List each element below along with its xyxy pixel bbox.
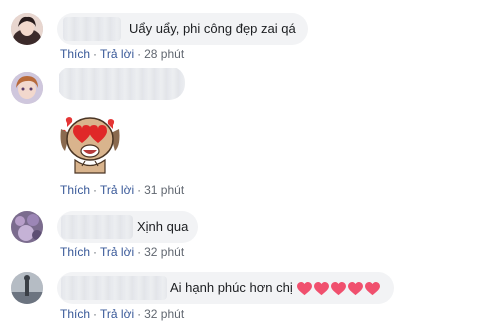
avatar[interactable] bbox=[11, 272, 43, 304]
comment-bubble bbox=[57, 66, 185, 100]
comment-bubble: Xịnh qua bbox=[57, 211, 198, 243]
separator: · bbox=[93, 245, 98, 259]
heart-icon bbox=[364, 282, 380, 296]
comment-actions: Thích · Trả lời · 32 phút bbox=[60, 307, 184, 321]
separator: · bbox=[137, 183, 142, 197]
comment-actions: Thích · Trả lời · 32 phút bbox=[60, 245, 184, 259]
like-link[interactable]: Thích bbox=[60, 245, 90, 259]
reply-link[interactable]: Trả lời bbox=[100, 307, 134, 321]
blurred-author-name bbox=[59, 68, 185, 100]
blurred-author-name bbox=[63, 17, 121, 41]
avatar[interactable] bbox=[11, 211, 43, 243]
heart-icon bbox=[313, 282, 329, 296]
blurred-author-name bbox=[61, 215, 133, 239]
timestamp[interactable]: 31 phút bbox=[144, 183, 184, 197]
comment-text: Xịnh qua bbox=[137, 219, 189, 234]
separator: · bbox=[93, 183, 98, 197]
separator: · bbox=[137, 307, 142, 321]
avatar[interactable] bbox=[11, 13, 43, 45]
separator: · bbox=[137, 47, 142, 61]
like-link[interactable]: Thích bbox=[60, 47, 90, 61]
separator: · bbox=[93, 307, 98, 321]
reply-link[interactable]: Trả lời bbox=[100, 47, 134, 61]
comment-text: Uẩy uẩy, phi công đẹp zai qá bbox=[129, 21, 296, 36]
comment-bubble: Uẩy uẩy, phi công đẹp zai qá bbox=[57, 13, 308, 45]
comment-bubble: Ai hạnh phúc hơn chị bbox=[57, 272, 394, 304]
dog-heart-eyes-sticker bbox=[55, 105, 125, 175]
comment-actions: Thích · Trả lời · 28 phút bbox=[60, 47, 184, 61]
separator: · bbox=[137, 245, 142, 259]
comment-text-wrap: Ai hạnh phúc hơn chị bbox=[170, 272, 382, 304]
heart-icon bbox=[296, 282, 312, 296]
heart-icon bbox=[330, 282, 346, 296]
timestamp[interactable]: 32 phút bbox=[144, 307, 184, 321]
comment-actions: Thích · Trả lời · 31 phút bbox=[60, 183, 184, 197]
reply-link[interactable]: Trả lời bbox=[100, 183, 134, 197]
avatar[interactable] bbox=[11, 72, 43, 104]
blurred-author-name bbox=[61, 276, 167, 300]
like-link[interactable]: Thích bbox=[60, 183, 90, 197]
heart-icon bbox=[347, 282, 363, 296]
separator: · bbox=[93, 47, 98, 61]
reply-link[interactable]: Trả lời bbox=[100, 245, 134, 259]
timestamp[interactable]: 32 phút bbox=[144, 245, 184, 259]
comment-text: Ai hạnh phúc hơn chị bbox=[170, 280, 293, 295]
heart-emoji-group bbox=[296, 273, 382, 304]
like-link[interactable]: Thích bbox=[60, 307, 90, 321]
timestamp[interactable]: 28 phút bbox=[144, 47, 184, 61]
